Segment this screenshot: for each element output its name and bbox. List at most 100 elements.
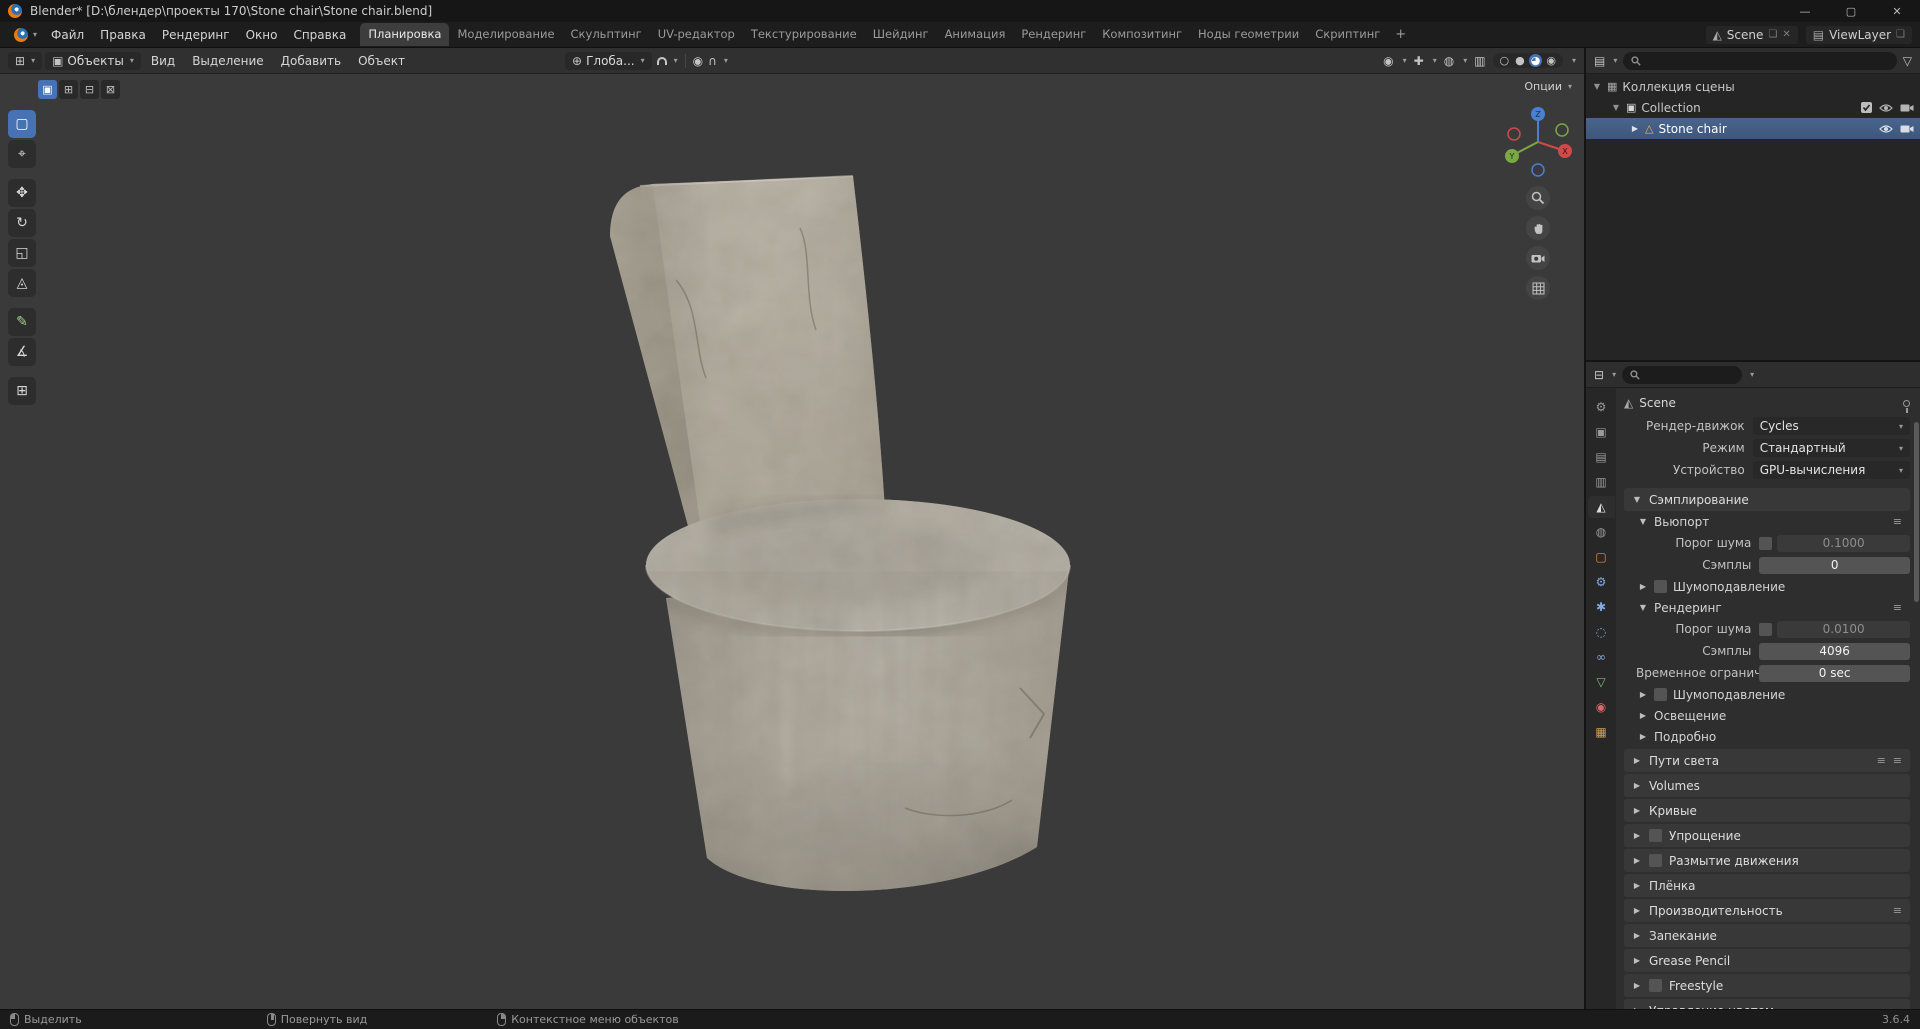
menu-add[interactable]: Добавить xyxy=(274,51,348,71)
properties-tab-output[interactable]: ▤ xyxy=(1588,446,1615,468)
workspace-tab-geometry-nodes[interactable]: Ноды геометрии xyxy=(1190,23,1307,46)
properties-tab-render[interactable]: ▣ xyxy=(1588,421,1615,443)
filter-dropdown-icon[interactable]: ▾ xyxy=(1750,370,1754,379)
proportional-edit-icon[interactable]: ◉ xyxy=(693,54,703,68)
outliner-editor-icon[interactable]: ▤ xyxy=(1594,54,1605,68)
select-mode-new-button[interactable]: ▣ xyxy=(38,80,57,99)
panel-curves[interactable]: ▶ Кривые xyxy=(1624,799,1910,822)
filter-funnel-icon[interactable]: ▽ xyxy=(1903,54,1912,68)
snap-dropdown[interactable]: ▾ xyxy=(674,56,678,65)
select-mode-invert-button[interactable]: ⊠ xyxy=(101,80,120,99)
xray-toggle-icon[interactable]: ▥ xyxy=(1474,54,1485,68)
properties-tab-physics[interactable]: ◌ xyxy=(1588,621,1615,643)
motion-blur-checkbox[interactable] xyxy=(1649,854,1662,867)
scene-selector[interactable]: ◭ Scene ❏ ✕ xyxy=(1705,25,1798,44)
shading-wireframe-icon[interactable]: ○ xyxy=(1498,54,1512,67)
tool-measure-button[interactable]: ∡ xyxy=(8,338,36,366)
properties-search-input[interactable] xyxy=(1622,365,1743,384)
workspace-tab-uv-editing[interactable]: UV-редактор xyxy=(650,23,743,46)
subpanel-viewport-sampling[interactable]: ▼ Вьюпорт ≡ xyxy=(1624,511,1910,532)
new-view-layer-icon[interactable]: ❏ xyxy=(1896,29,1905,40)
panel-performance[interactable]: ▶ Производительность ≡ xyxy=(1624,899,1910,922)
properties-tab-modifiers[interactable]: ⚙ xyxy=(1588,571,1615,593)
viewport-noise-threshold-field[interactable]: 0.1000 xyxy=(1777,534,1910,552)
subpanel-lights[interactable]: ▶ Освещение xyxy=(1624,705,1910,726)
workspace-tab-sculpting[interactable]: Скульптинг xyxy=(563,23,650,46)
chair-3d-model[interactable] xyxy=(0,48,1584,983)
panel-volumes[interactable]: ▶ Volumes xyxy=(1624,774,1910,797)
properties-tab-view-layer[interactable]: ▥ xyxy=(1588,471,1615,493)
feature-set-dropdown[interactable]: Стандартный ▾ xyxy=(1752,439,1910,457)
tool-rotate-button[interactable]: ↻ xyxy=(8,209,36,237)
subpanel-viewport-denoise[interactable]: ▶ Шумоподавление xyxy=(1624,576,1910,597)
select-mode-extend-button[interactable]: ⊞ xyxy=(59,80,78,99)
outliner-row-stone-chair[interactable]: ▶ △ Stone chair xyxy=(1586,118,1920,139)
viewport-denoise-checkbox[interactable] xyxy=(1654,580,1667,593)
3d-viewport[interactable]: ⊞ ▾ ▣ Объекты ▾ Вид Выделение Добавить О… xyxy=(0,48,1584,1009)
outliner-row-scene-collection[interactable]: ▼ ▦ Коллекция сцены xyxy=(1586,76,1920,97)
camera-icon[interactable] xyxy=(1900,124,1914,134)
panel-menu-icon[interactable]: ≡ xyxy=(1893,601,1902,614)
panel-bake[interactable]: ▶ Запекание xyxy=(1624,924,1910,947)
panel-menu-icon[interactable]: ≡ xyxy=(1893,515,1902,528)
panel-menu-icon[interactable]: ≡ xyxy=(1893,754,1902,767)
menu-render[interactable]: Рендеринг xyxy=(154,25,238,45)
outliner-search-input[interactable] xyxy=(1623,51,1897,70)
properties-tab-scene[interactable]: ◭ xyxy=(1587,496,1615,518)
properties-tab-material[interactable]: ◉ xyxy=(1588,696,1615,718)
properties-tab-particles[interactable]: ✱ xyxy=(1588,596,1615,618)
orthographic-toggle-button[interactable] xyxy=(1526,276,1550,300)
render-samples-field[interactable]: 4096 xyxy=(1759,642,1910,660)
eye-icon[interactable] xyxy=(1879,124,1893,134)
close-button[interactable]: ✕ xyxy=(1874,0,1920,22)
checkbox-checked-icon[interactable] xyxy=(1861,102,1872,113)
workspace-tab-rendering[interactable]: Рендеринг xyxy=(1013,23,1094,46)
unlink-scene-icon[interactable]: ✕ xyxy=(1782,29,1790,40)
properties-tab-object[interactable]: ▢ xyxy=(1588,546,1615,568)
select-mode-subtract-button[interactable]: ⊟ xyxy=(80,80,99,99)
subpanel-render-sampling[interactable]: ▼ Рендеринг ≡ xyxy=(1624,597,1910,618)
device-dropdown[interactable]: GPU-вычисления ▾ xyxy=(1752,461,1910,479)
shading-material-preview-icon[interactable]: ◕ xyxy=(1528,54,1543,67)
view-layer-selector[interactable]: ▤ ViewLayer ❏ xyxy=(1805,25,1912,44)
gizmos-toggle-icon[interactable]: ✚ xyxy=(1414,54,1424,68)
properties-tab-object-data[interactable]: ▽ xyxy=(1588,671,1615,693)
tool-annotate-button[interactable]: ✎ xyxy=(8,308,36,336)
tool-cursor-button[interactable]: ⌖ xyxy=(8,140,36,168)
panel-light-paths[interactable]: ▶ Пути света ≡ ≡ xyxy=(1624,749,1910,772)
panel-film[interactable]: ▶ Плёнка xyxy=(1624,874,1910,897)
render-denoise-checkbox[interactable] xyxy=(1654,688,1667,701)
properties-scrollbar[interactable] xyxy=(1914,422,1919,602)
panel-sampling[interactable]: ▼ Сэмплирование xyxy=(1624,488,1910,511)
tool-transform-button[interactable]: ◬ xyxy=(8,269,36,297)
workspace-tab-shading[interactable]: Шейдинг xyxy=(865,23,937,46)
shading-solid-icon[interactable]: ● xyxy=(1513,54,1527,67)
render-noise-threshold-field[interactable]: 0.0100 xyxy=(1777,620,1910,638)
camera-view-button[interactable] xyxy=(1526,246,1550,270)
shading-dropdown-icon[interactable]: ▾ xyxy=(1572,56,1576,65)
pan-button[interactable] xyxy=(1526,216,1550,240)
properties-tab-constraints[interactable]: ∞ xyxy=(1588,646,1615,668)
noise-threshold-checkbox[interactable] xyxy=(1759,536,1773,550)
time-limit-field[interactable]: 0 sec xyxy=(1759,664,1910,682)
menu-select[interactable]: Выделение xyxy=(185,51,270,71)
render-engine-dropdown[interactable]: Cycles ▾ xyxy=(1752,417,1910,435)
overlays-toggle-icon[interactable]: ◍ xyxy=(1444,54,1454,68)
panel-menu-icon[interactable]: ≡ xyxy=(1893,904,1902,917)
editor-type-button[interactable]: ⊞ ▾ xyxy=(8,51,43,70)
menu-edit[interactable]: Правка xyxy=(92,25,154,45)
properties-editor-icon[interactable]: ⊟ xyxy=(1594,368,1604,382)
menu-window[interactable]: Окно xyxy=(238,25,286,45)
subpanel-advanced[interactable]: ▶ Подробно xyxy=(1624,726,1910,747)
simplify-checkbox[interactable] xyxy=(1649,829,1662,842)
noise-threshold-checkbox[interactable] xyxy=(1759,622,1773,636)
navigation-axis-gizmo[interactable]: Z X Y xyxy=(1500,104,1576,180)
add-workspace-button[interactable]: + xyxy=(1388,27,1413,42)
tool-add-cube-button[interactable]: ⊞ xyxy=(8,377,36,405)
tool-scale-button[interactable]: ◱ xyxy=(8,239,36,267)
panel-menu-icon[interactable]: ≡ xyxy=(1877,754,1886,767)
workspace-tab-modeling[interactable]: Моделирование xyxy=(449,23,562,46)
new-scene-icon[interactable]: ❏ xyxy=(1768,29,1777,40)
workspace-tab-animation[interactable]: Анимация xyxy=(937,23,1014,46)
mode-dropdown[interactable]: ▣ Объекты ▾ xyxy=(45,51,141,70)
